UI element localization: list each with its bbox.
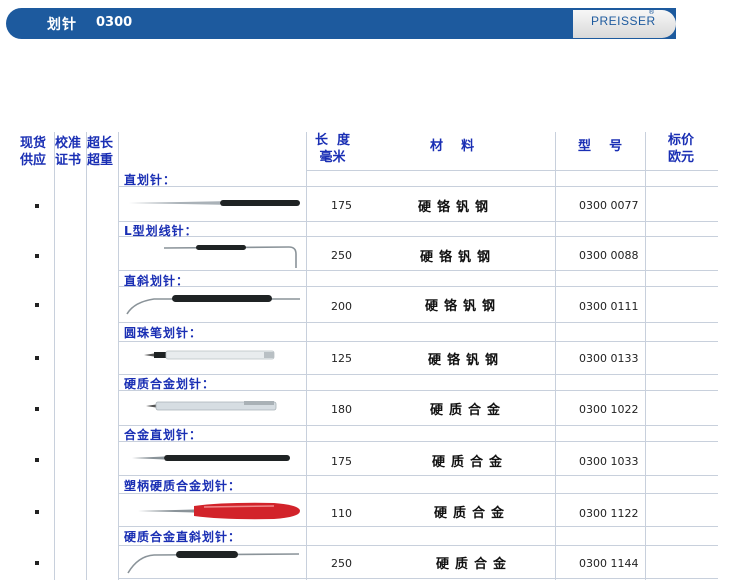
stock-dot [35,303,39,307]
material-value: 硬质合金 [434,506,511,521]
length-value: 250 [331,557,352,570]
header-model: 型 号 [578,139,623,154]
stock-dot [35,458,39,462]
part-number: 0300 1033 [579,455,639,468]
grid-line [118,425,718,426]
length-value: 175 [331,455,352,468]
part-number: 0300 0111 [579,300,639,313]
catalog-code: 0300 [96,15,133,30]
material-value: 硬质合金 [436,557,513,572]
part-number: 0300 0088 [579,249,639,262]
grid-line [118,286,718,287]
stock-dot [35,356,39,360]
row-category: 圆珠笔划针： [124,326,203,340]
part-number: 0300 1144 [579,557,639,570]
header-length: 长 度 毫米 [315,133,351,165]
registered-mark: ® [648,8,655,16]
stock-dot [35,254,39,258]
grid-line [118,186,718,187]
stock-dot [35,407,39,411]
header-extra-long: 超长 超重 [87,136,114,168]
grid-line [645,132,646,580]
material-value: 硬铬钒钢 [425,299,502,314]
header-price: 标价 欧元 [668,133,695,165]
grid-line [118,132,119,580]
material-value: 硬铬钒钢 [420,250,497,265]
material-value: 硬铬钒钢 [428,353,505,368]
grid-line [54,132,55,580]
bent-scriber-image [126,295,300,315]
stock-dot [35,204,39,208]
grid-line [306,132,307,580]
material-value: 硬质合金 [432,455,509,470]
length-value: 110 [331,507,352,520]
brand-logo: PREISSER [591,14,656,28]
part-number: 0300 1122 [579,507,639,520]
grid-line [118,578,718,579]
straight-scriber-image [129,200,300,206]
row-category: 直斜划针： [124,274,190,288]
grid-line [118,221,718,222]
stock-dot [35,561,39,565]
grid-line [555,132,556,580]
grid-line [86,132,87,580]
grid-line [118,441,718,442]
part-number: 0300 0077 [579,199,639,212]
material-value: 硬质合金 [430,403,507,418]
row-category: L型划线针： [124,224,198,238]
stock-dot [35,510,39,514]
row-category: 硬质合金划针： [124,377,216,391]
grid-line [118,322,718,323]
carbide-pen-scriber-image [146,401,277,411]
grid-line [118,475,718,476]
l-shaped-scriber-image [163,245,297,268]
grid-line [118,236,718,237]
grid-line [118,526,718,527]
length-value: 200 [331,300,352,313]
row-category: 直划针： [124,173,177,187]
alloy-straight-scriber-image [132,455,290,461]
length-value: 125 [331,352,352,365]
header-certificate: 校准 证书 [55,136,82,168]
carbide-bent-scriber-image [127,551,300,574]
pen-scriber-image [144,350,275,360]
length-value: 180 [331,403,352,416]
part-number: 0300 1022 [579,403,639,416]
header-stock: 现货 供应 [20,136,47,168]
length-value: 250 [331,249,352,262]
catalog-title: 划针 [47,17,77,33]
row-category: 塑柄硬质合金划针： [124,479,242,493]
grid-line [118,341,718,342]
row-category: 合金直划针： [124,428,203,442]
row-category: 硬质合金直斜划针： [124,530,242,544]
material-value: 硬铬钒钢 [418,200,495,215]
part-number: 0300 0133 [579,352,639,365]
length-value: 175 [331,199,352,212]
header-material: 材 料 [430,139,475,154]
grid-line [306,170,718,171]
plastic-handle-scriber-image [138,502,300,520]
